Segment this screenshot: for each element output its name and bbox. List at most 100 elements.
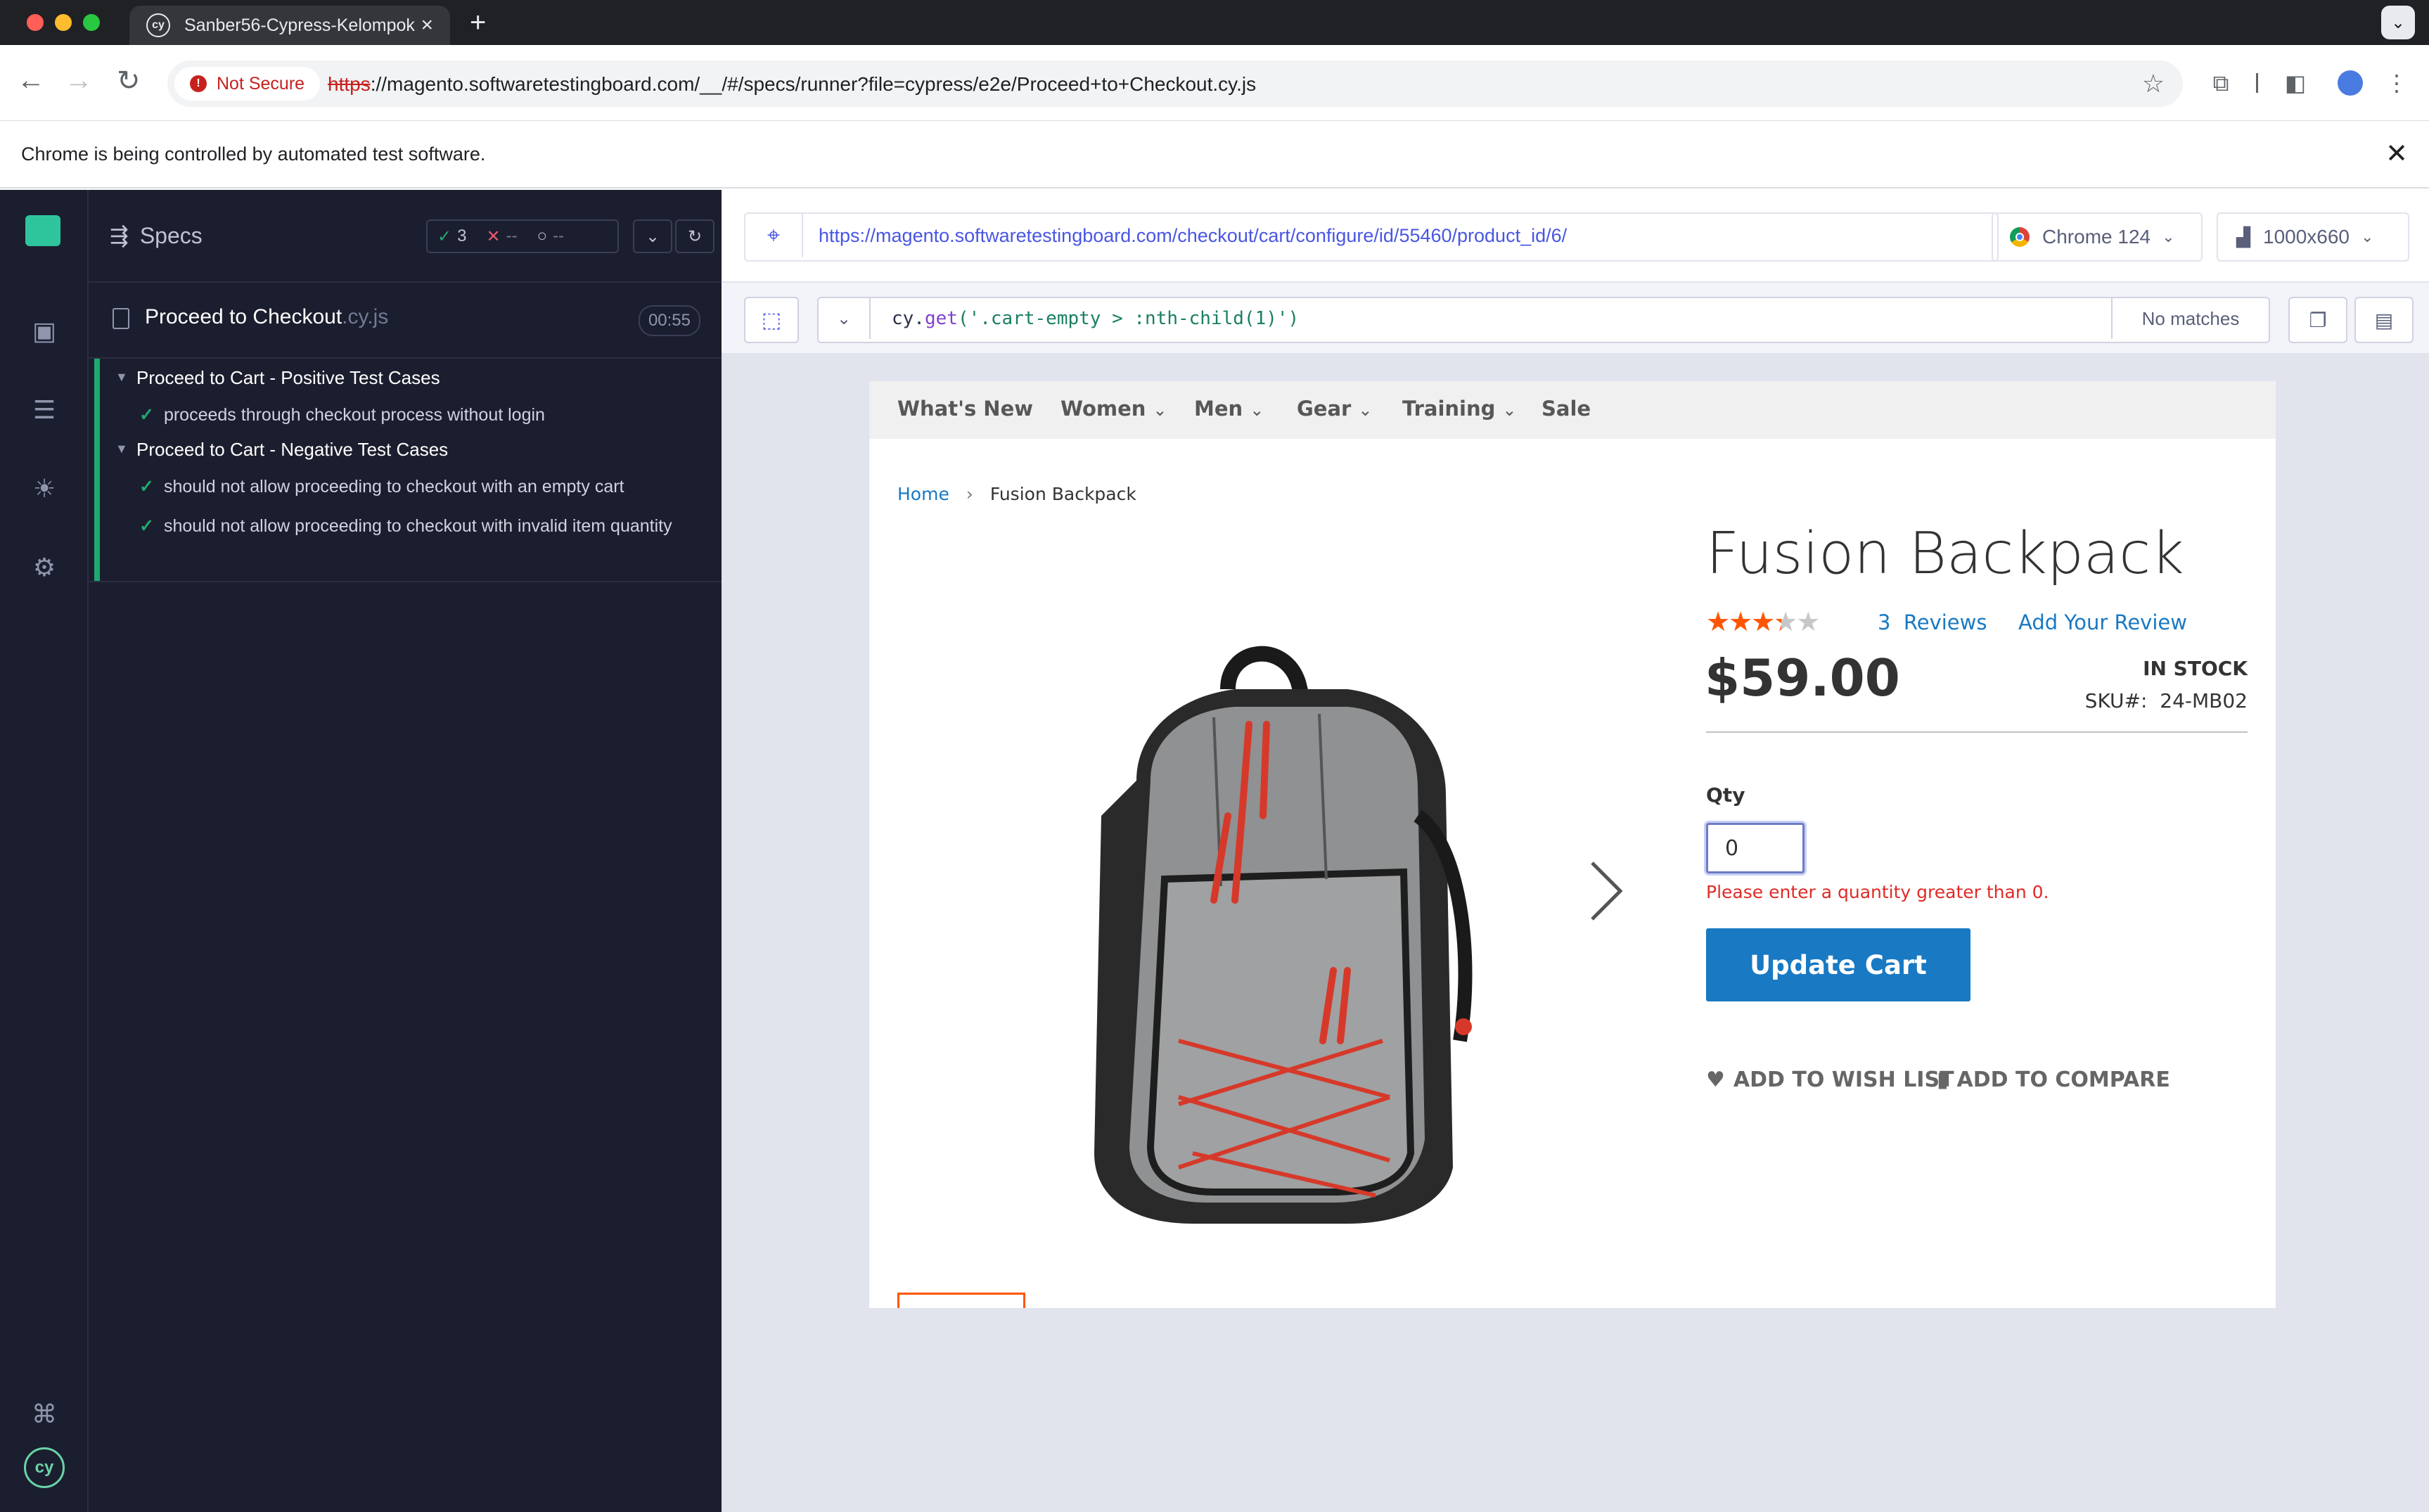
print-console-icon[interactable]: ▤: [2354, 297, 2414, 343]
debug-bug-icon[interactable]: ☀: [27, 471, 62, 506]
product-image-backpack[interactable]: [1052, 605, 1488, 1231]
chevron-down-icon[interactable]: ▼: [115, 370, 128, 385]
spec-name: Proceed to Checkout: [145, 305, 342, 328]
close-tab-icon[interactable]: ×: [421, 13, 433, 37]
breadcrumb: Home › Fusion Backpack: [897, 484, 1136, 504]
rerun-icon[interactable]: ↻: [675, 219, 714, 253]
keyboard-shortcuts-icon[interactable]: ⌘: [27, 1397, 62, 1432]
product-sku: SKU#: 24-MB02: [2085, 689, 2248, 712]
product-thumbnail[interactable]: [897, 1293, 1025, 1308]
suite-title[interactable]: Proceed to Cart - Positive Test Cases: [136, 367, 440, 389]
selector-playground-bar: ⬚ ⌄ cy.get('.cart-empty > :nth-child(1)'…: [722, 283, 2429, 353]
breadcrumb-home-link[interactable]: Home: [897, 484, 949, 504]
test-title: should not allow proceeding to checkout …: [163, 477, 624, 496]
test-item[interactable]: ✓ should not allow proceeding to checkout…: [139, 513, 692, 539]
specs-toggle[interactable]: ⇶ Specs: [110, 222, 203, 249]
new-tab-button[interactable]: +: [470, 7, 486, 39]
nav-item-men[interactable]: Men ⌄: [1194, 397, 1264, 421]
reporter-divider: [89, 581, 722, 582]
aut-url[interactable]: https://magento.softwaretestingboard.com…: [819, 225, 1567, 247]
nav-label: Women: [1060, 397, 1146, 421]
bookmark-star-icon[interactable]: ☆: [2142, 69, 2165, 98]
cypress-logo-icon[interactable]: cy: [24, 1447, 65, 1488]
pending-circle-icon: ○: [537, 226, 548, 245]
forward-arrow-icon[interactable]: →: [65, 65, 93, 96]
file-icon: [113, 308, 129, 329]
reload-icon[interactable]: ↻: [117, 65, 141, 97]
back-arrow-icon[interactable]: ←: [17, 65, 45, 96]
tab-search-button[interactable]: ⌄: [2381, 6, 2415, 39]
profile-avatar[interactable]: [2338, 70, 2363, 96]
passed-check-icon: ✓: [437, 226, 452, 246]
selector-playground-target-icon[interactable]: ⌖: [745, 214, 803, 257]
element-picker-icon[interactable]: ⬚: [744, 297, 799, 343]
specs-nav-icon[interactable]: ▣: [27, 314, 62, 349]
test-item[interactable]: ✓ proceeds through checkout process witho…: [139, 402, 660, 428]
browser-tab[interactable]: cy Sanber56-Cypress-Kelompok ×: [129, 6, 450, 45]
address-bar[interactable]: ! Not Secure https://magento.softwaretes…: [167, 60, 2183, 107]
test-item[interactable]: ✓ should not allow proceeding to checkout…: [139, 474, 660, 499]
chevron-right-icon: ›: [966, 484, 973, 504]
browser-selector[interactable]: Chrome 124 ⌄: [1992, 212, 2203, 262]
nav-item-gear[interactable]: Gear ⌄: [1297, 397, 1372, 421]
suite-block: ▼ Proceed to Cart - Negative Test Cases …: [94, 430, 727, 582]
side-panel-icon[interactable]: ◧: [2283, 70, 2308, 96]
nav-item-women[interactable]: Women ⌄: [1060, 397, 1167, 421]
reviews-label: Reviews: [1903, 610, 1987, 634]
star-icons-filled: ★★★★★: [1706, 606, 1781, 637]
next-image-chevron-icon[interactable]: [1585, 859, 1627, 923]
copy-clipboard-icon[interactable]: ❐: [2288, 297, 2347, 343]
app-under-test-panel: ⌖ https://magento.softwaretestingboard.c…: [722, 190, 2429, 1512]
nav-item-whats-new[interactable]: What's New: [897, 397, 1033, 421]
chevron-down-icon[interactable]: ⌄: [819, 298, 871, 339]
selector-argument: ('.cart-empty > :nth-child(1)'): [957, 308, 1300, 329]
qty-label: Qty: [1706, 783, 1745, 807]
qty-input[interactable]: [1706, 823, 1805, 873]
automation-infobar: Chrome is being controlled by automated …: [0, 121, 2429, 188]
minimize-window-button[interactable]: [55, 14, 72, 31]
nav-item-sale[interactable]: Sale: [1542, 397, 1591, 421]
add-to-wishlist-link[interactable]: ♥ ADD TO WISH LIST: [1706, 1068, 1954, 1092]
selector-code[interactable]: cy.get('.cart-empty > :nth-child(1)'): [892, 308, 1299, 329]
reviews-link[interactable]: 3 Reviews: [1878, 610, 1987, 634]
failed-count: --: [506, 226, 518, 245]
selector-input[interactable]: ⌄ cy.get('.cart-empty > :nth-child(1)') …: [817, 297, 2270, 343]
suite-title[interactable]: Proceed to Cart - Negative Test Cases: [136, 439, 448, 461]
update-cart-button[interactable]: Update Cart: [1706, 928, 1970, 1001]
more-menu-icon[interactable]: ⋮: [2384, 70, 2409, 96]
toolbar-divider: [2256, 73, 2258, 93]
review-count: 3: [1878, 610, 1891, 634]
test-stats: ✓ 3 ✕ -- ○ --: [426, 219, 619, 253]
spec-extension: .cy.js: [342, 305, 389, 328]
add-to-compare-link[interactable]: ▮ ADD TO COMPARE: [1937, 1068, 2170, 1092]
chevron-down-icon[interactable]: ▼: [115, 442, 128, 456]
project-logo-icon[interactable]: [25, 215, 60, 246]
compare-bars-icon: ▮: [1937, 1068, 1949, 1092]
spec-filename: Proceed to Checkout.cy.js: [145, 305, 388, 329]
add-review-link[interactable]: Add Your Review: [2018, 610, 2187, 634]
store-main-nav: What's New Women ⌄ Men ⌄ Gear ⌄ Training ⌄ S…: [869, 381, 2276, 439]
collapse-chevron-icon[interactable]: ⌄: [633, 219, 672, 253]
reporter-header: ⇶ Specs ✓ 3 ✕ -- ○ -- ⌄ ↻: [89, 190, 722, 283]
specs-title: Specs: [139, 223, 203, 248]
runs-nav-icon[interactable]: ☰: [27, 392, 62, 428]
security-indicator[interactable]: ! Not Secure: [174, 67, 321, 101]
close-window-button[interactable]: [27, 14, 44, 31]
suite-block: ▼ Proceed to Cart - Positive Test Cases …: [94, 359, 727, 430]
pass-check-icon: ✓: [139, 405, 154, 425]
address-url[interactable]: https://magento.softwaretestingboard.com…: [328, 73, 1256, 96]
aut-url-field[interactable]: ⌖ https://magento.softwaretestingboard.c…: [744, 212, 1999, 262]
test-title: proceeds through checkout process withou…: [163, 405, 545, 425]
chevron-down-icon: ⌄: [1153, 400, 1167, 420]
extensions-icon[interactable]: ⧉: [2208, 70, 2233, 96]
maximize-window-button[interactable]: [83, 14, 100, 31]
magento-product-page: What's New Women ⌄ Men ⌄ Gear ⌄ Training ⌄ S…: [869, 381, 2276, 1308]
close-icon[interactable]: ✕: [2385, 138, 2408, 169]
security-label: Not Secure: [217, 73, 305, 94]
stock-status: IN STOCK: [2143, 657, 2248, 680]
sku-label: SKU#:: [2084, 689, 2148, 712]
nav-item-training[interactable]: Training ⌄: [1402, 397, 1517, 421]
settings-gear-icon[interactable]: ⚙: [27, 550, 62, 585]
viewport-selector[interactable]: ▟ 1000x660 ⌄: [2217, 212, 2409, 262]
chevron-down-icon: ⌄: [1250, 400, 1264, 420]
